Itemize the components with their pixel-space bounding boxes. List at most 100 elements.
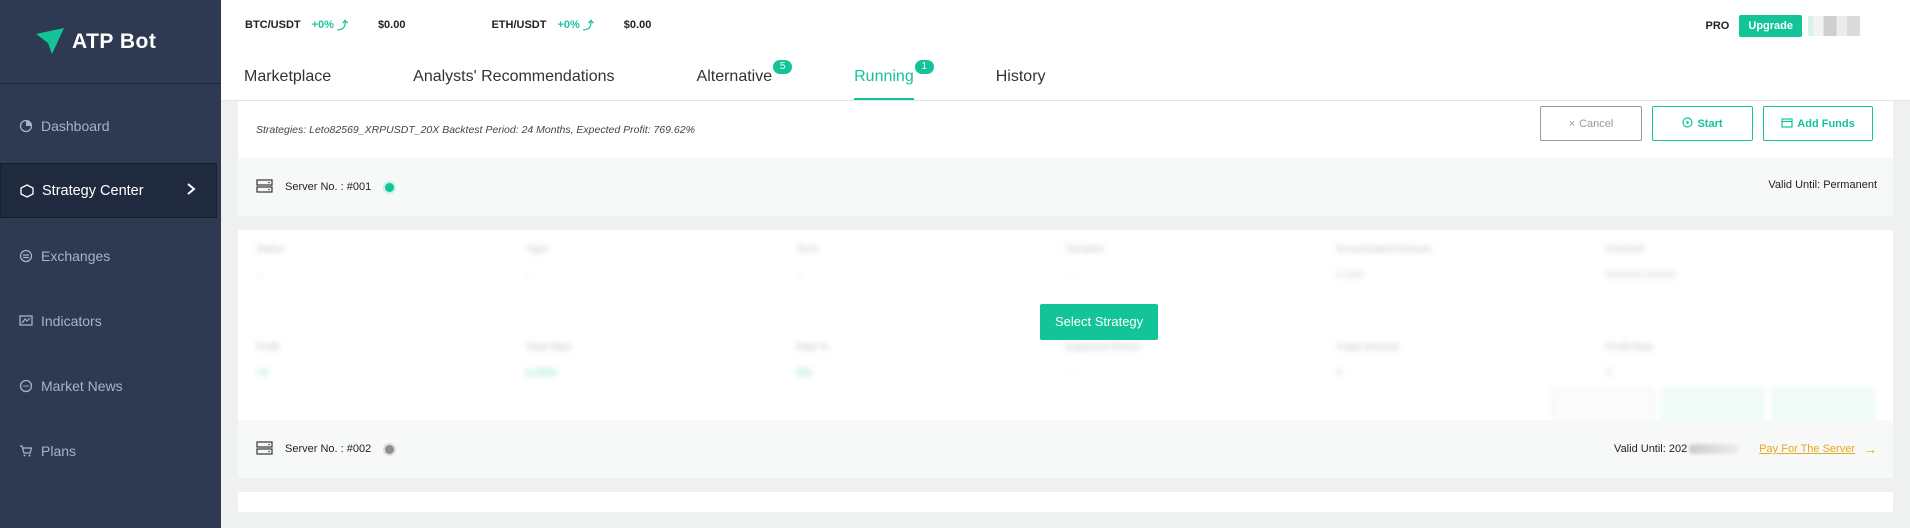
stat-cell: Invested 000000.00000 [1606, 244, 1876, 322]
start-button[interactable]: Start [1652, 106, 1753, 141]
stat-value: -- [1066, 269, 1074, 281]
cancel-label: Cancel [1579, 117, 1614, 130]
stat-label: Profit Rate [1606, 342, 1654, 353]
stat-label: Duration [1066, 244, 1104, 255]
ticker-eth[interactable]: ETH/USDT +0% ⤴ $0.00 [491, 17, 717, 33]
sidebar-item-exchanges[interactable]: Exchanges [0, 228, 217, 283]
sidebar-item-label: Dashboard [41, 117, 110, 134]
exchange-icon [18, 248, 33, 263]
avatar[interactable] [1808, 16, 1860, 36]
sidebar-item-market-news[interactable]: Market News [0, 358, 217, 413]
stat-value: 0.000 [1336, 269, 1364, 281]
valid-until: Valid Until: 202 [1614, 443, 1688, 455]
account-area: PRO Upgrade [1706, 15, 1860, 37]
server-card-002: Status -- Type -- Term -- Duration -- Accumu… [238, 230, 1893, 478]
strategy-info: Strategies: Leto82569_XRPUSDT_20X Backte… [256, 123, 695, 136]
stat-value: 0 [1336, 367, 1343, 379]
ticker-bar: BTC/USDT +0% ⤴ $0.00 ETH/USDT +0% ⤴ $0.0… [221, 0, 1910, 50]
next-server-card [238, 492, 1893, 512]
stat-cell: Term -- [796, 244, 1066, 322]
upgrade-button[interactable]: Upgrade [1739, 15, 1802, 37]
tab-label: Alternative [696, 68, 773, 85]
indicator-icon [18, 313, 33, 328]
logo[interactable]: ATP Bot [0, 0, 221, 84]
tab-history[interactable]: History [996, 68, 1046, 100]
ticker-price: $0.00 [377, 19, 406, 31]
server-number: Server No. : #001 [285, 181, 372, 193]
tab-marketplace[interactable]: Marketplace [244, 68, 331, 100]
dashboard-icon [18, 118, 33, 133]
sidebar-nav: Dashboard Strategy Center Exchanges Indi… [0, 98, 221, 478]
ticker-btc[interactable]: BTC/USDT +0% ⤴ $0.00 [245, 17, 471, 33]
status-dot-offline [385, 444, 395, 454]
stat-value: 0 [1606, 367, 1613, 379]
stat-label: Expected Return [1066, 342, 1141, 353]
tab-running[interactable]: Running 1 [854, 60, 934, 100]
server-number: Server No. : #002 [285, 443, 372, 455]
close-icon: × [1568, 117, 1576, 130]
sidebar: ATP Bot Dashboard Strategy Center Exchan… [0, 0, 221, 528]
cancel-button[interactable]: × Cancel [1540, 106, 1642, 141]
stat-cell: Accumulated Amount 0.000 [1336, 244, 1606, 322]
sidebar-item-label: Exchanges [41, 247, 111, 264]
sidebar-item-dashboard[interactable]: Dashboard [0, 98, 217, 153]
stat-value: -- [796, 269, 804, 281]
logo-icon [36, 27, 64, 54]
strategy-tabs: Marketplace Analysts' Recommendations Al… [221, 50, 1910, 101]
stat-cell: Total Rate 0.00% [526, 342, 796, 420]
news-icon [18, 378, 33, 393]
sidebar-item-label: Market News [41, 377, 123, 394]
cart-icon [18, 443, 33, 458]
valid-until: Valid Until: Permanent [1768, 179, 1877, 191]
select-strategy-button[interactable]: Select Strategy [1040, 304, 1159, 340]
ticker-pair: BTC/USDT [245, 19, 301, 31]
stat-label: Invested [1606, 244, 1644, 255]
play-circle-icon [1682, 116, 1694, 131]
tab-analysts-recommendations[interactable]: Analysts' Recommendations [413, 68, 614, 100]
stat-label: Status [256, 244, 285, 255]
status-dot-online [385, 182, 395, 192]
wallet-icon [1781, 117, 1793, 131]
chevron-right-icon [186, 182, 196, 200]
stat-value: 0.00% [526, 367, 558, 379]
stat-cell: Profit +0 [256, 342, 526, 420]
stat-label: Profit [256, 342, 280, 353]
stat-label: Total Rate [526, 342, 572, 353]
stat-label: Rate % [796, 342, 829, 353]
valid-until-row: Valid Until: 202 Pay For The Server → [1614, 441, 1877, 457]
stat-label: Trade Amount [1336, 342, 1399, 353]
count-badge: 1 [914, 60, 934, 74]
sidebar-item-plans[interactable]: Plans [0, 423, 217, 478]
add-funds-button[interactable]: Add Funds [1763, 106, 1873, 141]
server-list: Strategies: Leto82569_XRPUSDT_20X Backte… [238, 101, 1893, 526]
server-row: Server No. : #002 Valid Until: 202 Pay F… [238, 420, 1893, 478]
blurred-button [1553, 388, 1653, 423]
stat-value: 000000.00000 [1606, 269, 1677, 281]
sidebar-item-indicators[interactable]: Indicators [0, 293, 217, 348]
stat-value: -- [256, 269, 264, 281]
stat-value: -- [526, 269, 534, 281]
add-funds-label: Add Funds [1797, 117, 1855, 130]
tab-label: Running [854, 68, 914, 85]
ticker-price: $0.00 [623, 19, 652, 31]
strategy-summary: Strategies: Leto82569_XRPUSDT_20X Backte… [238, 101, 1893, 158]
stat-cell: Expected Return -- [1066, 342, 1336, 420]
stat-cell: Status -- [256, 244, 526, 322]
ticker-change: +0% [557, 19, 580, 31]
arrow-right-icon: → [1863, 441, 1877, 457]
ticker-pair: ETH/USDT [491, 19, 547, 31]
tab-label: History [995, 68, 1046, 85]
stat-label: Type [526, 244, 548, 255]
pay-for-server-link[interactable]: Pay For The Server [1759, 443, 1855, 455]
stat-cell: Rate % 0% [796, 342, 1066, 420]
tab-label: Analysts' Recommendations [413, 68, 615, 85]
main-area: BTC/USDT +0% ⤴ $0.00 ETH/USDT +0% ⤴ $0.0… [221, 0, 1910, 528]
sidebar-item-label: Strategy Center [42, 182, 144, 199]
server-icon [256, 440, 273, 458]
sidebar-item-strategy-center[interactable]: Strategy Center [0, 163, 217, 218]
plan-label: PRO [1705, 20, 1730, 32]
trend-up-icon: ⤴ [582, 20, 594, 32]
tab-alternative[interactable]: Alternative 5 [696, 60, 793, 100]
stat-label: Accumulated Amount [1336, 244, 1431, 255]
sidebar-item-label: Indicators [41, 312, 102, 329]
